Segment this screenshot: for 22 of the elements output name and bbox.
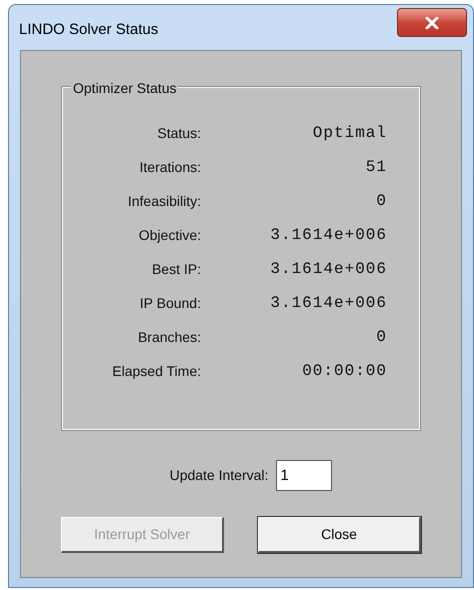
field-label: Infeasibility: — [126, 192, 201, 211]
field-label: Elapsed Time: — [111, 362, 201, 381]
field-label: Best IP: — [150, 260, 201, 278]
dialog-button[interactable]: Close — [258, 517, 421, 553]
window-title: LINDO Solver Status — [19, 20, 158, 40]
field-value: 00:00:00 — [301, 361, 387, 382]
field-value: 0 — [375, 327, 387, 348]
field-label: Objective: — [138, 226, 201, 245]
field-label: Iterations: — [138, 158, 201, 176]
update-interval-label: Update Interval: — [170, 466, 268, 485]
field-label: Status: — [156, 124, 201, 142]
field-label: IP Bound: — [138, 294, 201, 312]
field-value: 3.1614e+006 — [269, 225, 387, 246]
field-value: Optimal — [312, 123, 387, 144]
close-icon — [425, 16, 439, 28]
field-label: Branches: — [136, 328, 201, 346]
field-value: 3.1614e+006 — [269, 259, 387, 280]
field-value: 0 — [375, 191, 387, 212]
close-button[interactable] — [397, 8, 467, 37]
field-value: 3.1614e+006 — [269, 293, 387, 314]
field-value: 51 — [364, 157, 387, 178]
update-interval-field[interactable]: 1 — [276, 460, 332, 491]
